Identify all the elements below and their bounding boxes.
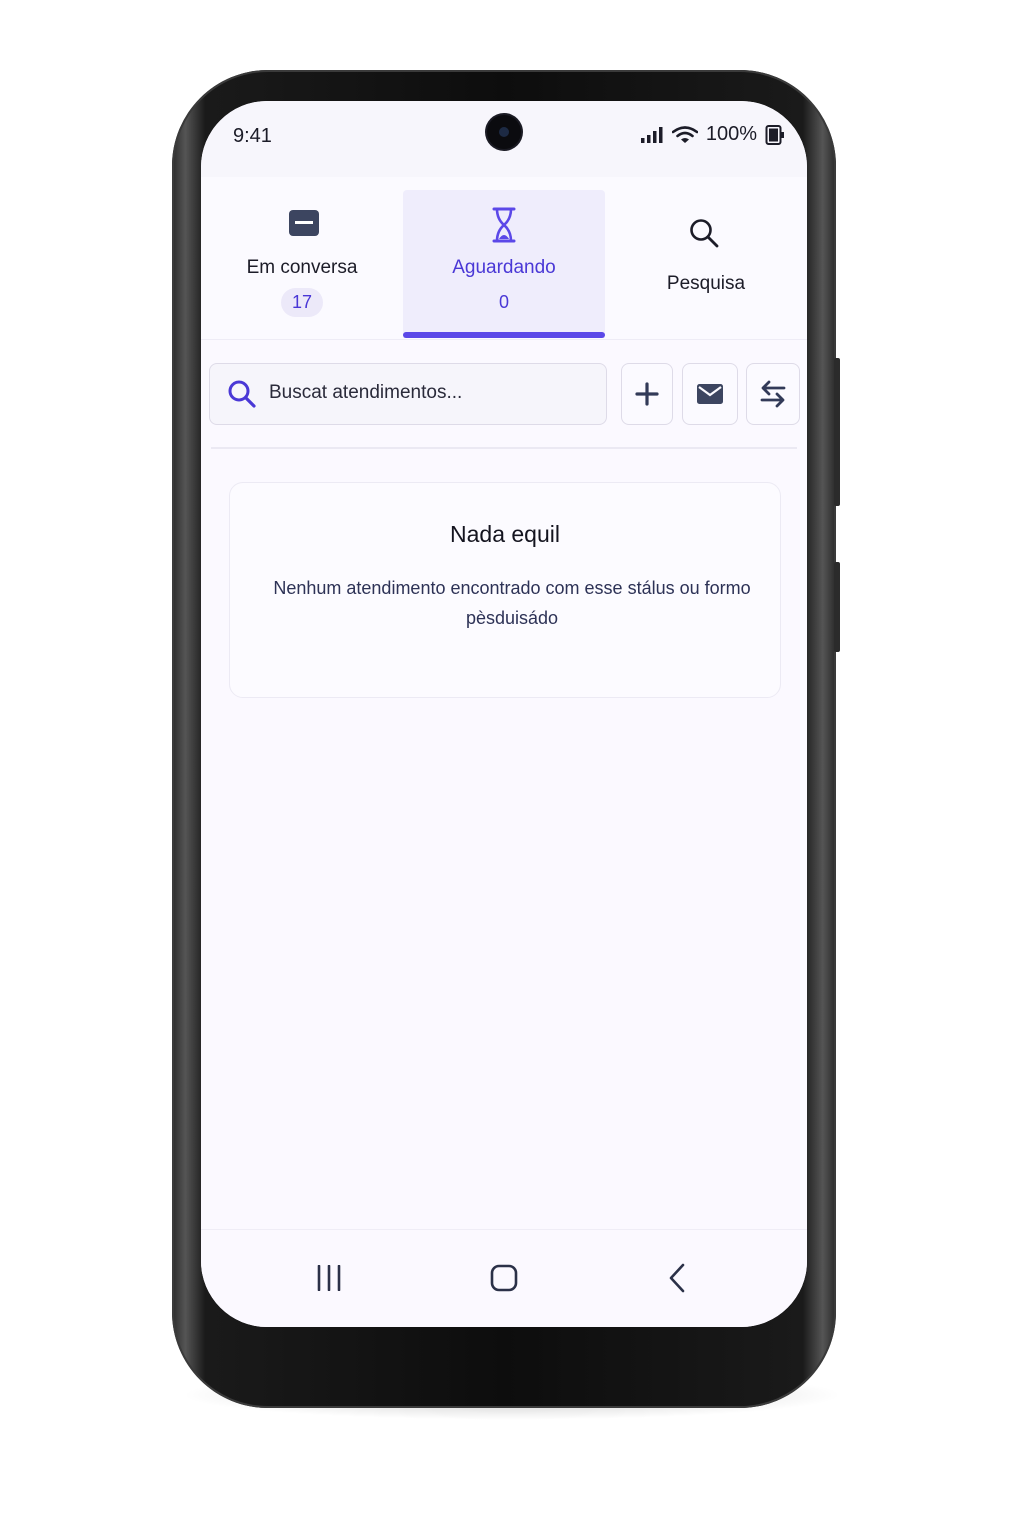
toolbar: Buscat atendimentos...: [201, 339, 807, 449]
search-input[interactable]: Buscat atendimentos...: [209, 363, 607, 425]
empty-state-message: Nenhum atendimento encontrado com esse s…: [273, 578, 751, 628]
home-icon: [490, 1264, 518, 1292]
tab-pesquisa[interactable]: Pesquisa: [605, 190, 807, 338]
swap-icon: [760, 380, 786, 408]
signal-icon: [640, 126, 663, 143]
empty-state-title: Nada equil: [450, 521, 560, 547]
battery-percentage: 100%: [705, 123, 757, 145]
hourglass-icon: [492, 207, 516, 243]
search-icon: [690, 219, 719, 248]
tab-aguardando-count: 0: [498, 292, 509, 312]
recents-icon: [317, 1265, 341, 1291]
home-button[interactable]: [474, 1258, 534, 1298]
add-button[interactable]: [621, 363, 673, 425]
add-icon: [635, 382, 659, 406]
status-tabs: Em conversa 17 Aguardando 0 Pesquisa: [201, 177, 807, 340]
search-placeholder: Buscat atendimentos...: [269, 382, 463, 403]
status-bar: 9:41 100%: [201, 101, 807, 177]
search-icon: [228, 380, 256, 408]
wifi-icon: [671, 125, 698, 143]
recents-button[interactable]: [299, 1258, 359, 1298]
tab-pesquisa-label: Pesquisa: [666, 273, 746, 294]
back-icon: [669, 1263, 685, 1293]
tab-aguardando[interactable]: Aguardando 0: [403, 190, 605, 338]
screen: 9:41 100% Em conversa 17 Aguardando 0 Pe…: [201, 101, 807, 1327]
system-nav-bar: [201, 1229, 807, 1327]
empty-state-card: Nada equil Nenhum atendimento encontrado…: [229, 482, 781, 698]
mail-icon: [697, 384, 723, 404]
back-button[interactable]: [647, 1258, 707, 1298]
front-camera: [487, 115, 521, 149]
divider: [211, 447, 797, 449]
volume-button: [834, 358, 840, 506]
status-time: 9:41: [233, 125, 272, 147]
count-badge: 17: [280, 288, 324, 317]
battery-icon: [765, 124, 784, 145]
swap-button[interactable]: [746, 363, 800, 425]
tab-aguardando-label: Aguardando: [452, 257, 556, 278]
chat-icon: [289, 210, 319, 236]
power-button: [834, 562, 840, 652]
message-button[interactable]: [682, 363, 738, 425]
tab-em-conversa-count: 17: [201, 288, 403, 317]
tab-em-conversa[interactable]: Em conversa 17: [201, 190, 403, 338]
status-icons: 100%: [640, 123, 785, 146]
tab-em-conversa-label: Em conversa: [246, 257, 358, 278]
